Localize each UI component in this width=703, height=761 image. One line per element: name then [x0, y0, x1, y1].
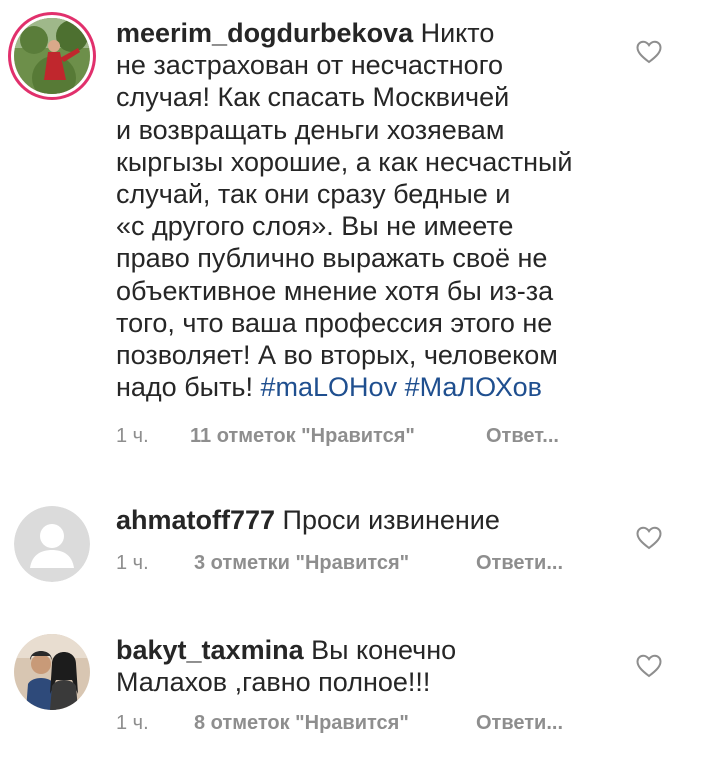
- user-photo: [14, 18, 90, 94]
- comment-line: объективное мнение хотя бы из-за: [116, 275, 554, 306]
- reply-button[interactable]: Ответи...: [476, 712, 563, 735]
- comment-text: meerim_dogdurbekova Никто не застрахован…: [116, 17, 626, 403]
- comment-line: не застрахован от несчастного: [116, 50, 503, 81]
- comment-line: Проси извинение: [275, 505, 500, 535]
- reply-button[interactable]: Ответи...: [476, 552, 563, 575]
- comment-line: «с другого слоя». Вы не имеете: [116, 211, 514, 242]
- comment-line: случай, так они сразу бедные и: [116, 179, 511, 210]
- default-avatar-icon[interactable]: [14, 506, 90, 582]
- comment-time: 1 ч.: [116, 712, 149, 734]
- comment-time: 1 ч.: [116, 425, 149, 447]
- comment-meta: 1 ч. 3 отметки "Нравится" Ответи...: [116, 552, 563, 575]
- user-photo: [14, 634, 90, 710]
- comment-line: право публично выражать своё не: [116, 243, 548, 274]
- comment-line: позволяет! А во вторых, человеком: [116, 340, 558, 371]
- avatar[interactable]: [14, 634, 90, 710]
- comment-line: того, что ваша профессия этого не: [116, 307, 553, 338]
- comment-text: ahmatoff777 Проси извинение: [116, 504, 626, 536]
- comment-username[interactable]: ahmatoff777: [116, 505, 275, 535]
- comment-item: meerim_dogdurbekova Никто не застрахован…: [0, 0, 703, 470]
- avatar[interactable]: [14, 18, 90, 94]
- comment-item: ahmatoff777 Проси извинение 1 ч. 3 отмет…: [0, 480, 703, 600]
- heart-outline-icon[interactable]: [636, 526, 662, 550]
- comment-meta: 1 ч. 8 отметок "Нравится" Ответи...: [116, 712, 563, 735]
- comment-username[interactable]: bakyt_taxmina: [116, 635, 304, 665]
- comment-line: Малахов ,гавно полное!!!: [116, 667, 431, 698]
- comment-time: 1 ч.: [116, 552, 149, 574]
- comment-line: Вы конечно: [303, 635, 457, 665]
- likes-count-link[interactable]: 11 отметок "Нравится": [190, 425, 486, 448]
- heart-outline-icon[interactable]: [636, 654, 662, 678]
- comment-item: bakyt_taxmina Вы конечно Малахов ,гавно …: [0, 610, 703, 761]
- comment-line: Никто: [413, 18, 495, 48]
- comment-line: надо быть!: [116, 372, 261, 403]
- heart-outline-icon[interactable]: [636, 40, 662, 64]
- likes-count-link[interactable]: 8 отметок "Нравится": [194, 712, 476, 735]
- comment-line: и возвращать деньги хозяевам: [116, 114, 505, 145]
- reply-button[interactable]: Ответ...: [486, 425, 559, 448]
- comment-username[interactable]: meerim_dogdurbekova: [116, 18, 413, 48]
- comment-line: случая! Как спасать Москвичей: [116, 82, 510, 113]
- comment-meta: 1 ч. 11 отметок "Нравится" Ответ...: [116, 425, 559, 448]
- likes-count-link[interactable]: 3 отметки "Нравится": [194, 552, 476, 575]
- comment-line: кыргызы хорошие, а как несчастный: [116, 146, 573, 177]
- hashtag-link[interactable]: #МаЛОХов: [405, 372, 542, 402]
- hashtag-link[interactable]: #maLOHov: [261, 372, 398, 402]
- comment-text: bakyt_taxmina Вы конечно Малахов ,гавно …: [116, 634, 626, 698]
